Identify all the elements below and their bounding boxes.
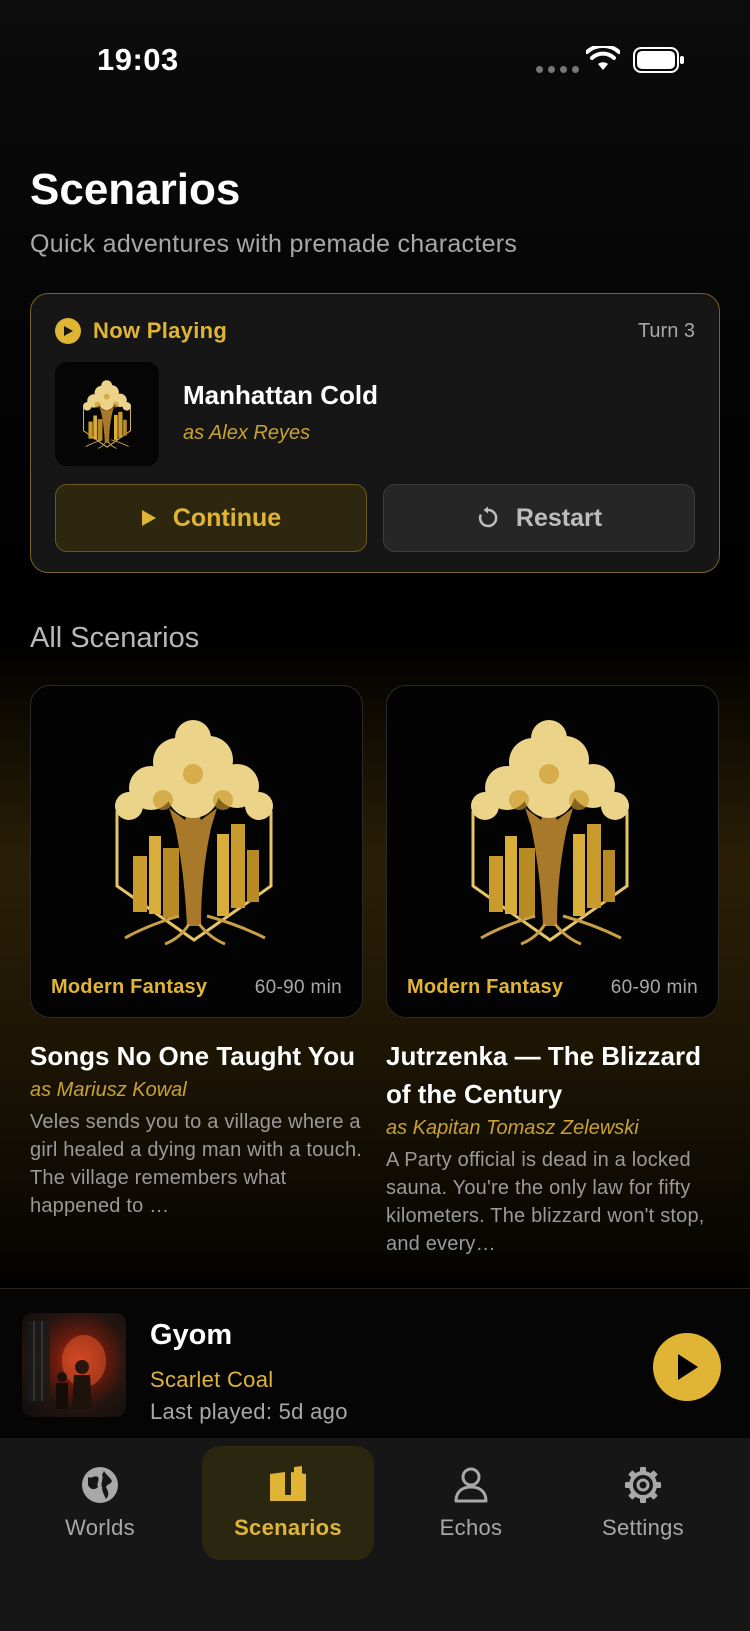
tab-label: Scenarios [234, 1515, 342, 1540]
mini-player-play-button[interactable] [653, 1333, 721, 1401]
tab-scenarios[interactable]: Scenarios [202, 1446, 374, 1560]
tab-bar: Worlds Scenarios Echos Settings [0, 1438, 750, 1631]
scenario-image[interactable]: Modern Fantasy 60-90 min [30, 685, 363, 1018]
continue-button[interactable]: Continue [55, 484, 367, 552]
scenario-image[interactable]: Modern Fantasy 60-90 min [386, 685, 719, 1018]
mini-player-thumbnail [22, 1313, 126, 1417]
scenario-card[interactable]: Modern Fantasy 60-90 min Songs No One Ta… [30, 685, 363, 1220]
play-circle-icon [55, 318, 81, 344]
section-title: All Scenarios [30, 622, 200, 654]
mini-player[interactable]: Gyom Scarlet Coal Last played: 5d ago [0, 1288, 750, 1438]
scenario-title: Jutrzenka — The Blizzard of the Century [386, 1041, 701, 1109]
scenario-title: Songs No One Taught You [30, 1041, 355, 1071]
now-playing-header: Now Playing [55, 318, 227, 344]
restart-icon [478, 506, 498, 528]
page-subtitle: Quick adventures with premade characters [30, 230, 518, 258]
mini-player-last-played: Last played: 5d ago [150, 1399, 348, 1424]
scenario-role: as Kapitan Tomasz Zelewski [386, 1117, 639, 1139]
tree-logo-icon [89, 716, 299, 946]
now-playing-label: Now Playing [93, 318, 228, 343]
person-icon [454, 1467, 488, 1503]
scenario-thumbnail [55, 362, 159, 466]
now-playing-role: as Alex Reyes [183, 422, 311, 444]
scenario-role: as Mariusz Kowal [30, 1079, 187, 1101]
scenario-card[interactable]: Modern Fantasy 60-90 min Jutrzenka — The… [386, 685, 719, 1258]
scenario-duration: 60-90 min [254, 977, 342, 998]
status-bar: 19:03 [0, 0, 750, 110]
page-title: Scenarios [30, 165, 241, 214]
tree-logo-icon [75, 379, 139, 449]
restart-button[interactable]: Restart [383, 484, 695, 552]
battery-icon [633, 47, 684, 73]
now-playing-title: Manhattan Cold [183, 380, 378, 410]
gear-icon [625, 1467, 661, 1503]
scenario-duration: 60-90 min [610, 977, 698, 998]
tab-worlds[interactable]: Worlds [14, 1446, 186, 1560]
tab-settings[interactable]: Settings [557, 1446, 729, 1560]
mini-player-title: Gyom [150, 1319, 233, 1351]
wifi-icon [586, 46, 620, 70]
status-time: 19:03 [97, 42, 179, 77]
scenario-description: A Party official is dead in a locked sau… [386, 1149, 705, 1255]
continue-label: Continue [172, 503, 282, 532]
play-icon [141, 510, 156, 526]
scenario-genre: Modern Fantasy [407, 976, 564, 998]
turn-counter: Turn 3 [637, 320, 695, 342]
tab-label: Echos [439, 1515, 503, 1540]
book-icon [270, 1466, 306, 1501]
globe-icon [82, 1467, 118, 1503]
mini-player-world: Scarlet Coal [150, 1367, 274, 1392]
play-icon [678, 1354, 698, 1380]
signal-icon [536, 66, 579, 73]
tab-label: Worlds [65, 1515, 135, 1540]
tab-label: Settings [602, 1515, 684, 1540]
forge-scene-icon [28, 1321, 106, 1409]
now-playing-card[interactable]: Now Playing Turn 3 Manhattan Cold as Ale… [30, 293, 720, 573]
scenario-description: Veles sends you to a village where a gir… [30, 1111, 363, 1217]
restart-label: Restart [515, 503, 603, 532]
tree-logo-icon [445, 716, 655, 946]
tab-echos[interactable]: Echos [385, 1446, 557, 1560]
scenario-genre: Modern Fantasy [51, 976, 208, 998]
